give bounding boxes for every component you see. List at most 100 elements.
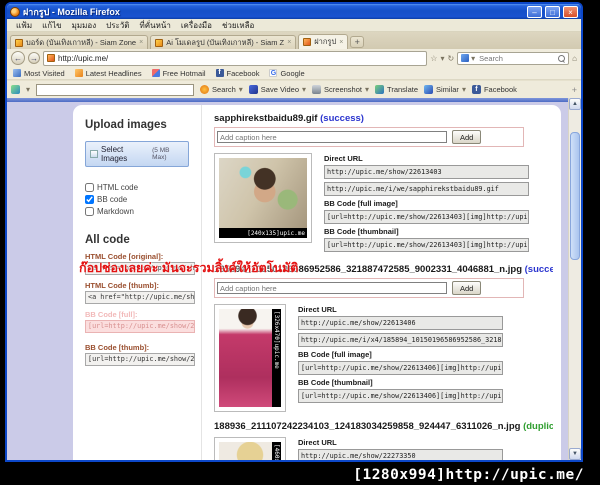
direct-url-label: Direct URL	[298, 438, 337, 447]
tab-close-icon[interactable]: ×	[287, 39, 291, 46]
thumbnail-image: [460x720]upic.me	[219, 442, 281, 460]
caption-input[interactable]	[217, 131, 447, 143]
bb-code-thumb-label: BB Code [thumb]:	[85, 343, 150, 352]
direct-url-show-field[interactable]: http://upic.me/show/22273350	[298, 449, 503, 460]
upload-entry: sapphirekstbaidu89.gif (success) Add [24…	[214, 113, 553, 255]
caption-input[interactable]	[217, 282, 447, 294]
restore-button[interactable]: □	[545, 5, 560, 18]
menu-edit[interactable]: แก้ไข	[37, 19, 67, 32]
tab-close-icon[interactable]: ×	[339, 39, 343, 46]
search-magnifier-icon[interactable]	[558, 54, 566, 62]
search-engine-caret-icon[interactable]: ▾	[471, 54, 475, 63]
search-box[interactable]: ▾	[457, 51, 570, 65]
toolbar-search-button[interactable]: Search ▾	[200, 85, 243, 94]
bb-thumb-label: BB Code [thumbnail]	[324, 227, 399, 236]
checkbox-bb-code[interactable]: BB code	[85, 195, 195, 204]
caption-row: Add	[214, 127, 524, 147]
entry-filename: sapphirekstbaidu89.gif	[214, 113, 318, 124]
bookmark-star-icon[interactable]: ☆	[430, 54, 437, 63]
html-code-thumb-box[interactable]: <a href="http://upic.me/show/2	[85, 291, 195, 304]
scroll-up-icon[interactable]: ▲	[569, 98, 581, 110]
close-button[interactable]: ×	[563, 5, 578, 18]
menu-view[interactable]: มุมมอง	[67, 19, 102, 32]
markdown-checkbox[interactable]	[85, 207, 94, 216]
toolbar-save-video-button[interactable]: Save Video ▾	[248, 85, 307, 94]
camera-icon	[312, 85, 322, 94]
toolbar-translate-button[interactable]: Translate	[375, 85, 418, 94]
scroll-down-icon[interactable]: ▼	[569, 448, 581, 460]
bb-code-thumb-box[interactable]: [url=http://upic.me/show/22613	[85, 353, 195, 366]
tab-siamzone-gallery[interactable]: Ai โมเดลรูป (บันเทิงเกาหลี) - Siam Zone …	[150, 35, 297, 49]
bookmark-most-visited[interactable]: Most Visited	[13, 69, 65, 78]
menu-tools[interactable]: เครื่องมือ	[176, 19, 217, 32]
menu-bookmarks[interactable]: ที่คั่นหน้า	[134, 19, 175, 32]
bookmark-facebook[interactable]: f Facebook	[215, 69, 259, 78]
entry-filename: 188936_211107242234103_124183034259858_9…	[214, 421, 521, 432]
tab-upic-active[interactable]: ฝากรูป ×	[298, 34, 349, 49]
most-visited-icon	[13, 69, 21, 77]
bb-thumb-field[interactable]: [url=http://upic.me/show/22613403][img]h…	[324, 238, 529, 252]
menu-file[interactable]: แฟ้ม	[11, 19, 37, 32]
bb-thumb-field[interactable]: [url=http://upic.me/show/22613406][img]h…	[298, 389, 503, 403]
caret-down-icon: ▾	[365, 85, 370, 94]
bookmark-free-hotmail[interactable]: Free Hotmail	[151, 69, 206, 78]
vertical-scrollbar[interactable]: ▲ ▼	[568, 98, 581, 460]
direct-url-show-field[interactable]: http://upic.me/show/22613403	[324, 165, 529, 179]
upload-panel: Upload images Select Images (5 MB Max) H…	[73, 105, 561, 460]
forward-button[interactable]: →	[28, 52, 40, 64]
titlebar[interactable]: ฝากรูป - Mozilla Firefox – □ ×	[7, 4, 581, 19]
addon-menu-icon[interactable]	[11, 85, 20, 94]
addon-menu-caret-icon[interactable]: ▾	[26, 85, 30, 94]
direct-url-image-field[interactable]: http://upic.me/i/we/sapphirekstbaidu89.g…	[324, 182, 529, 196]
direct-url-image-field[interactable]: http://upic.me/i/x4/185894_1015019658695…	[298, 333, 503, 347]
status-badge: (duplicate)	[523, 421, 553, 432]
upic-favicon-icon	[303, 38, 312, 46]
toolbar-facebook-button[interactable]: f Facebook	[471, 85, 517, 94]
url-dropdown-icon[interactable]: ▾	[440, 54, 444, 63]
annotation-text: ก๊อปช่องเลยค่ะ มันจะรวมลิ้งค์ให้อัตโนมัต…	[79, 261, 299, 275]
google-icon: G	[269, 69, 278, 77]
status-badge: (success)	[524, 264, 553, 275]
menu-help[interactable]: ช่วยเหลือ	[217, 19, 259, 32]
checkbox-markdown[interactable]: Markdown	[85, 207, 195, 216]
tab-siamzone-board[interactable]: บอร์ด (บันเทิงเกาหลี) - Siam Zone ×	[10, 35, 149, 49]
siamzone-favicon-icon	[15, 38, 23, 47]
caret-down-icon: ▾	[302, 85, 307, 94]
toolbar-screenshot-button[interactable]: Screenshot ▾	[312, 85, 369, 94]
bb-code-checkbox[interactable]	[85, 195, 94, 204]
add-caption-button[interactable]: Add	[452, 130, 482, 144]
menu-history[interactable]: ประวัติ	[101, 19, 134, 32]
html-code-thumb-label: HTML Code [thumb]:	[85, 281, 160, 290]
menubar: แฟ้ม แก้ไข มุมมอง ประวัติ ที่คั่นหน้า เค…	[7, 19, 581, 32]
toolbar-search-input[interactable]	[36, 83, 195, 96]
url-bar[interactable]: http://upic.me/	[43, 50, 428, 66]
bb-full-field[interactable]: [url=http://upic.me/show/22613406][img]h…	[298, 361, 503, 375]
firefox-icon	[10, 6, 20, 17]
frame-url-label: http://upic.me/	[445, 467, 584, 483]
bookmarks-bar: Most Visited Latest Headlines Free Hotma…	[7, 67, 581, 80]
upload-entry: 185894_10150196586952586_321887472585_90…	[214, 264, 553, 412]
scrollbar-thumb[interactable]	[570, 132, 580, 260]
bb-code-full-box[interactable]: [url=http://upic.me/show/22613	[85, 320, 195, 333]
tab-close-icon[interactable]: ×	[139, 39, 143, 46]
similar-icon	[424, 85, 434, 94]
toolbar-overflow-plus-icon[interactable]: +	[572, 85, 577, 95]
new-tab-button[interactable]: +	[350, 36, 365, 48]
thumbnail-link[interactable]: [460x720]upic.me	[214, 437, 286, 460]
direct-url-show-field[interactable]: http://upic.me/show/22613406	[298, 316, 503, 330]
reload-icon[interactable]: ↻	[447, 54, 454, 63]
bookmark-google[interactable]: G Google	[269, 69, 305, 78]
checkbox-html-code[interactable]: HTML code	[85, 183, 195, 192]
home-icon[interactable]: ⌂	[572, 54, 577, 63]
select-images-button[interactable]: Select Images (5 MB Max)	[85, 141, 189, 167]
toolbar-similar-button[interactable]: Similar ▾	[424, 85, 466, 94]
add-caption-button[interactable]: Add	[452, 281, 482, 295]
thumbnail-link[interactable]: [326x470]upic.me	[214, 304, 286, 412]
html-code-checkbox[interactable]	[85, 183, 94, 192]
search-input[interactable]	[477, 52, 557, 64]
minimize-button[interactable]: –	[527, 5, 542, 18]
bookmark-latest-headlines[interactable]: Latest Headlines	[74, 69, 142, 78]
back-button[interactable]: ←	[11, 51, 25, 65]
thumbnail-link[interactable]: [240x135]upic.me	[214, 153, 312, 243]
bb-full-field[interactable]: [url=http://upic.me/show/22613403][img]h…	[324, 210, 529, 224]
